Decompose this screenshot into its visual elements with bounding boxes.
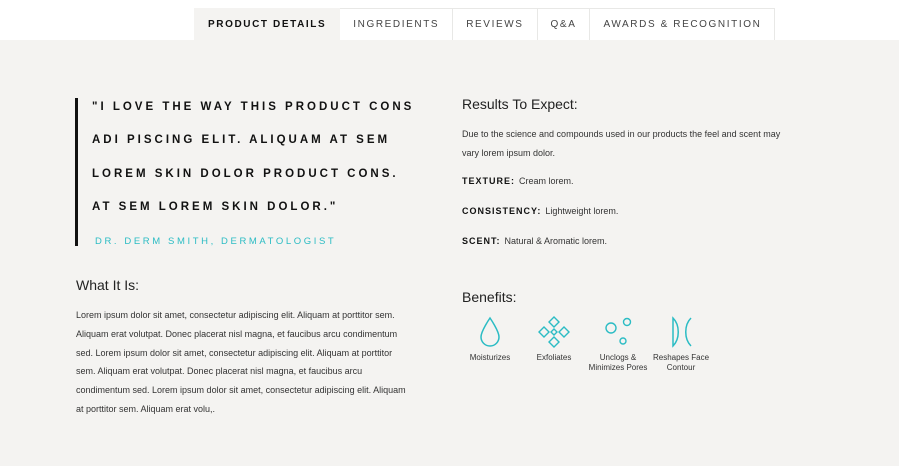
tab-reviews[interactable]: REVIEWS [453, 8, 538, 41]
scent-label: SCENT: [462, 236, 501, 246]
quote-line: AT SEM LOREM SKIN DOLOR." [92, 200, 339, 213]
tab-awards[interactable]: AWARDS & RECOGNITION [590, 8, 776, 41]
results-intro: Due to the science and compounds used in… [462, 129, 781, 158]
results-title: Results To Expect: [462, 96, 578, 112]
contour-icon [672, 316, 692, 348]
quote-line: LOREM SKIN DOLOR PRODUCT CONS. [92, 167, 399, 180]
texture-label: TEXTURE: [462, 176, 515, 186]
benefit-reshapes-contour: Reshapes Face Contour [649, 316, 713, 373]
testimonial-quote: "I LOVE THE WAY THIS PRODUCT CONS ADI PI… [75, 98, 415, 247]
what-it-is-title: What It Is: [76, 277, 140, 293]
quote-line: ADI PISCING ELIT. ALIQUAM AT SEM [92, 134, 391, 147]
texture-value: Cream lorem. [519, 176, 574, 186]
tab-ingredients[interactable]: INGREDIENTS [340, 8, 454, 41]
product-tabs: PRODUCT DETAILS INGREDIENTS REVIEWS Q&A … [194, 8, 776, 41]
tab-product-details[interactable]: PRODUCT DETAILS [194, 8, 341, 41]
consistency-label: CONSISTENCY: [462, 206, 542, 216]
droplet-icon [480, 316, 500, 347]
benefit-moisturizes: Moisturizes [458, 316, 522, 363]
benefits-title: Benefits: [462, 289, 517, 305]
what-it-is-body: Lorem ipsum dolor sit amet, consectetur … [76, 310, 406, 414]
consistency-value: Lightweight lorem. [545, 206, 619, 216]
benefit-label: Reshapes Face Contour [652, 353, 710, 372]
benefit-label: Unclogs & Minimizes Pores [588, 353, 648, 372]
benefit-label: Exfoliates [536, 353, 572, 362]
product-details-panel: "I LOVE THE WAY THIS PRODUCT CONS ADI PI… [0, 40, 899, 466]
benefit-unclogs-pores: Unclogs & Minimizes Pores [586, 316, 650, 373]
bubbles-icon [605, 317, 632, 345]
texture-row: TEXTURE: Cream lorem. [462, 176, 574, 186]
scent-row: SCENT: Natural & Aromatic lorem. [462, 236, 607, 246]
benefit-exfoliates: Exfoliates [522, 316, 586, 363]
scent-value: Natural & Aromatic lorem. [504, 236, 608, 246]
quote-author: DR. DERM SMITH, DERMATOLOGIST [95, 236, 337, 247]
consistency-row: CONSISTENCY: Lightweight lorem. [462, 206, 618, 216]
quote-line: "I LOVE THE WAY THIS PRODUCT CONS [92, 101, 415, 113]
diamonds-icon [538, 316, 570, 348]
benefit-label: Moisturizes [469, 353, 511, 362]
tab-qa[interactable]: Q&A [537, 8, 591, 41]
